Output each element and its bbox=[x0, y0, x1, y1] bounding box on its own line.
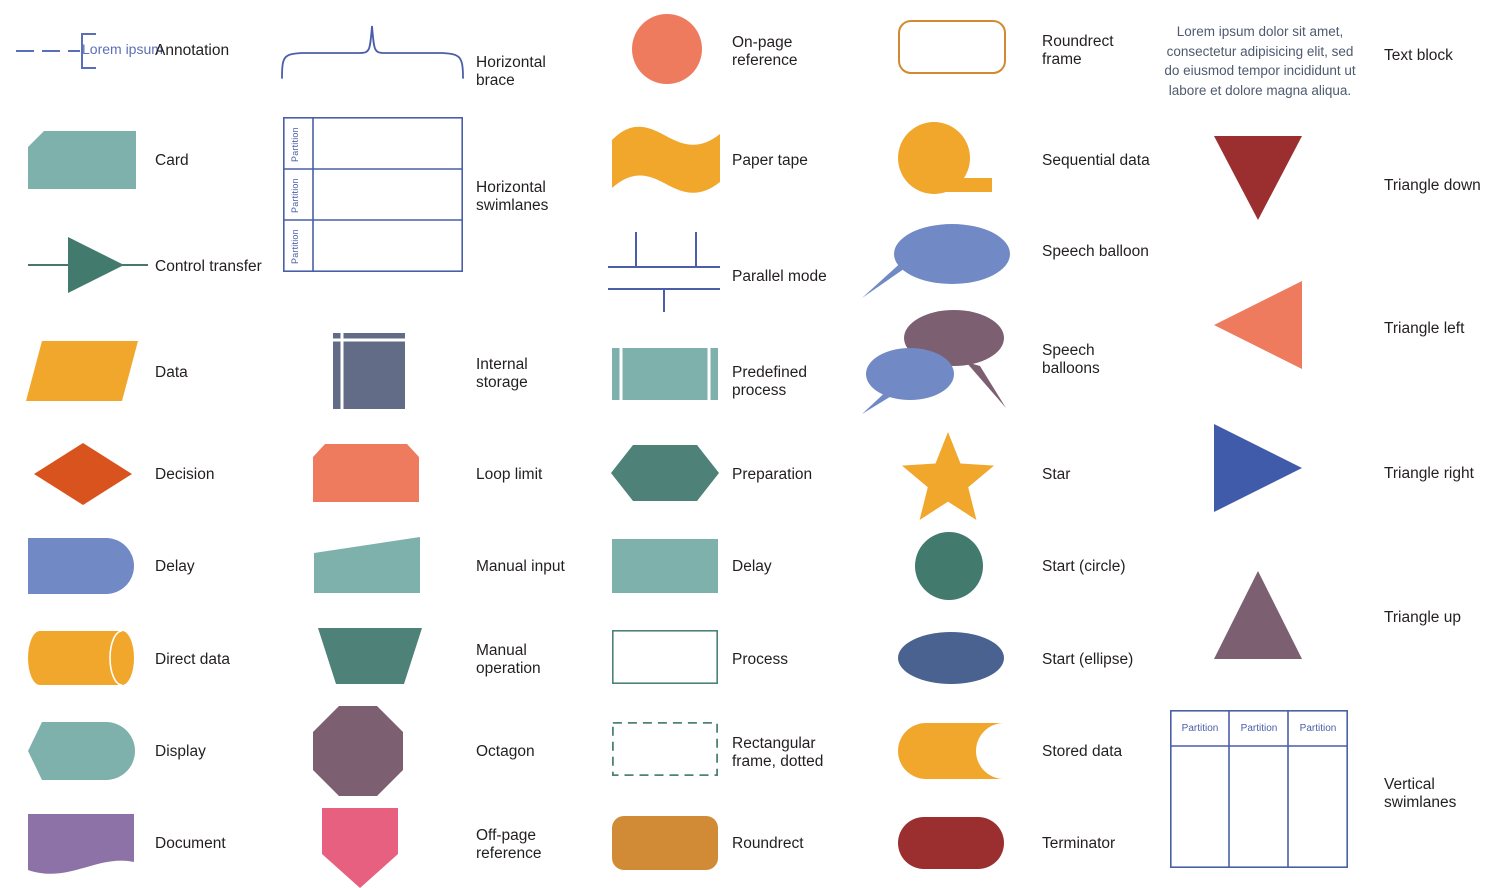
shape-parallel-mode[interactable] bbox=[608, 230, 720, 312]
label-paper-tape: Paper tape bbox=[732, 152, 808, 169]
label-octagon: Octagon bbox=[476, 743, 535, 760]
shape-decision[interactable] bbox=[34, 443, 132, 505]
shape-internal-storage[interactable] bbox=[333, 333, 405, 409]
shape-control-transfer[interactable] bbox=[28, 237, 148, 293]
shape-rectangular-frame-dotted[interactable] bbox=[611, 721, 718, 777]
label-process: Process bbox=[732, 651, 788, 668]
label-delay: Delay bbox=[155, 558, 195, 575]
swimlane-partition-label: Partition bbox=[290, 127, 300, 162]
shape-start-circle[interactable] bbox=[915, 532, 983, 600]
shape-triangle-up[interactable] bbox=[1214, 571, 1302, 659]
swimlane-partition-label: Partition bbox=[1181, 723, 1219, 734]
label-manual-operation: Manual operation bbox=[476, 642, 541, 678]
text-block-body: Lorem ipsum dolor sit amet, consectetur … bbox=[1164, 24, 1356, 98]
annotation-inline-text: Lorem ipsum bbox=[82, 41, 163, 57]
shape-terminator[interactable] bbox=[898, 817, 1004, 869]
label-card: Card bbox=[155, 152, 189, 169]
label-internal-storage: Internal storage bbox=[476, 356, 528, 392]
label-triangle-left: Triangle left bbox=[1384, 320, 1465, 337]
label-text-block: Text block bbox=[1384, 47, 1453, 64]
label-start-ellipse: Start (ellipse) bbox=[1042, 651, 1134, 668]
label-horizontal-brace: Horizontal brace bbox=[476, 54, 546, 90]
shape-direct-data[interactable] bbox=[28, 630, 134, 686]
shape-delay[interactable] bbox=[28, 538, 134, 594]
shape-start-ellipse[interactable] bbox=[898, 632, 1004, 684]
label-data: Data bbox=[155, 364, 188, 381]
label-start-circle: Start (circle) bbox=[1042, 558, 1126, 575]
label-triangle-up: Triangle up bbox=[1384, 609, 1461, 626]
label-sequential-data: Sequential data bbox=[1042, 152, 1150, 169]
label-decision: Decision bbox=[155, 466, 215, 483]
label-parallel-mode: Parallel mode bbox=[732, 268, 827, 285]
shape-manual-operation[interactable] bbox=[318, 628, 422, 684]
label-triangle-right: Triangle right bbox=[1384, 465, 1474, 482]
shape-triangle-down[interactable] bbox=[1214, 136, 1302, 220]
shape-on-page-reference[interactable] bbox=[632, 14, 702, 84]
shape-manual-input[interactable] bbox=[314, 537, 420, 593]
shape-document[interactable] bbox=[28, 814, 134, 876]
swimlane-partition-label: Partition bbox=[290, 229, 300, 264]
shape-display[interactable] bbox=[28, 722, 135, 780]
shape-horizontal-brace[interactable] bbox=[280, 22, 465, 80]
shape-triangle-right[interactable] bbox=[1214, 424, 1302, 512]
label-horizontal-swimlanes: Horizontal swimlanes bbox=[476, 179, 549, 215]
swimlane-partition-label: Partition bbox=[1240, 723, 1278, 734]
label-roundrect-frame: Roundrect frame bbox=[1042, 33, 1114, 69]
shape-process[interactable] bbox=[612, 630, 719, 685]
shape-star[interactable] bbox=[902, 432, 994, 520]
label-manual-input: Manual input bbox=[476, 558, 565, 575]
shape-preparation[interactable] bbox=[611, 445, 719, 501]
label-loop-limit: Loop limit bbox=[476, 466, 543, 483]
label-on-page-reference: On-page reference bbox=[732, 34, 798, 70]
shape-sequential-data[interactable] bbox=[898, 122, 994, 200]
label-control-transfer: Control transfer bbox=[155, 258, 262, 275]
label-predefined-process: Predefined process bbox=[732, 364, 807, 400]
label-triangle-down: Triangle down bbox=[1384, 177, 1481, 194]
label-display: Display bbox=[155, 743, 206, 760]
shape-horizontal-swimlanes[interactable] bbox=[283, 117, 463, 272]
shape-data[interactable] bbox=[26, 341, 138, 401]
label-direct-data: Direct data bbox=[155, 651, 230, 668]
label-stored-data: Stored data bbox=[1042, 743, 1123, 760]
shape-paper-tape[interactable] bbox=[612, 126, 720, 194]
shape-triangle-left[interactable] bbox=[1214, 281, 1302, 369]
label-delay-rect: Delay bbox=[732, 558, 772, 575]
label-annotation: Annotation bbox=[155, 42, 230, 59]
shape-octagon[interactable] bbox=[313, 706, 403, 796]
shape-loop-limit[interactable] bbox=[313, 444, 419, 502]
shape-roundrect-frame[interactable] bbox=[898, 20, 1006, 74]
shape-speech-balloons[interactable] bbox=[858, 304, 1026, 414]
shape-card[interactable] bbox=[28, 131, 136, 189]
label-terminator: Terminator bbox=[1042, 835, 1116, 852]
label-speech-balloons: Speech balloons bbox=[1042, 342, 1100, 378]
label-star: Star bbox=[1042, 466, 1071, 483]
label-speech-balloon: Speech balloon bbox=[1042, 243, 1149, 260]
shape-delay-rect[interactable] bbox=[612, 539, 718, 593]
label-rectangular-frame-dotted: Rectangular frame, dotted bbox=[732, 735, 824, 771]
shape-speech-balloon[interactable] bbox=[862, 222, 1012, 298]
label-off-page-reference: Off-page reference bbox=[476, 827, 542, 863]
label-roundrect: Roundrect bbox=[732, 835, 804, 852]
label-vertical-swimlanes: Vertical swimlanes bbox=[1384, 776, 1457, 812]
shape-predefined-process[interactable] bbox=[612, 348, 718, 400]
label-preparation: Preparation bbox=[732, 466, 813, 483]
swimlane-partition-label: Partition bbox=[290, 178, 300, 213]
shape-library-canvas: Lorem ipsum Annotation Card Control tran… bbox=[0, 0, 1500, 888]
shape-roundrect[interactable] bbox=[612, 816, 718, 870]
shape-off-page-reference[interactable] bbox=[322, 808, 398, 888]
swimlane-partition-label: Partition bbox=[1299, 723, 1337, 734]
label-document: Document bbox=[155, 835, 226, 852]
shape-stored-data[interactable] bbox=[898, 723, 1004, 779]
